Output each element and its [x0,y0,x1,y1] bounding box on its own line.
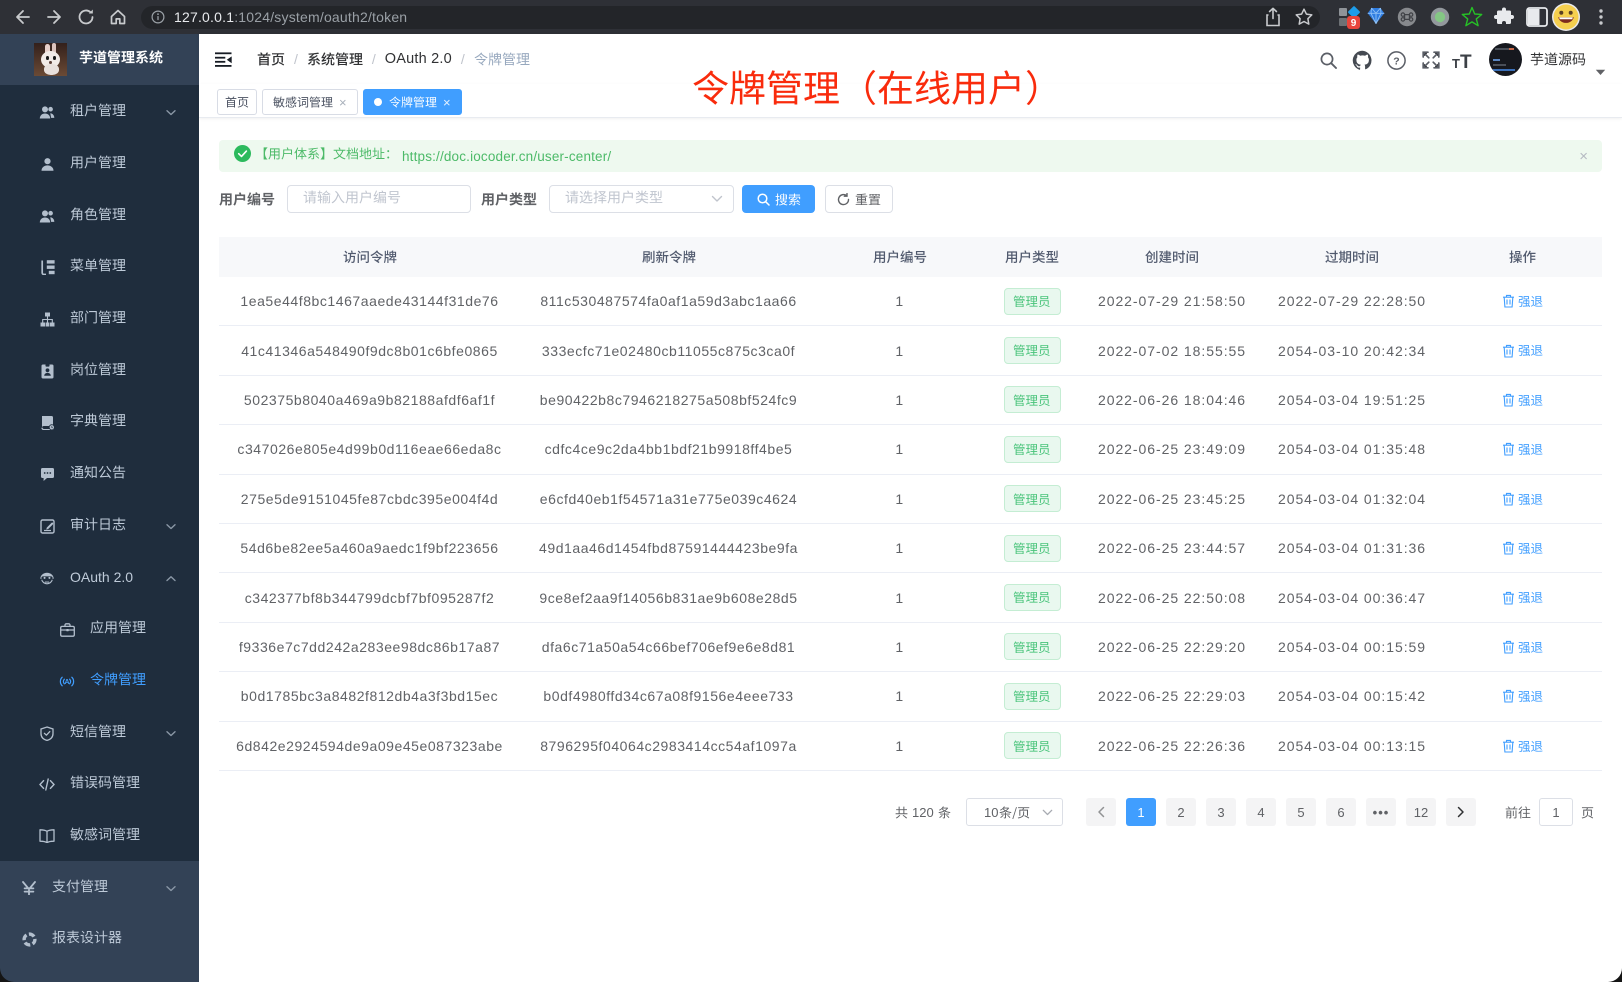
svg-text:A: A [64,679,69,686]
svg-text:?: ? [1393,55,1399,67]
svg-text:9: 9 [1351,18,1357,29]
